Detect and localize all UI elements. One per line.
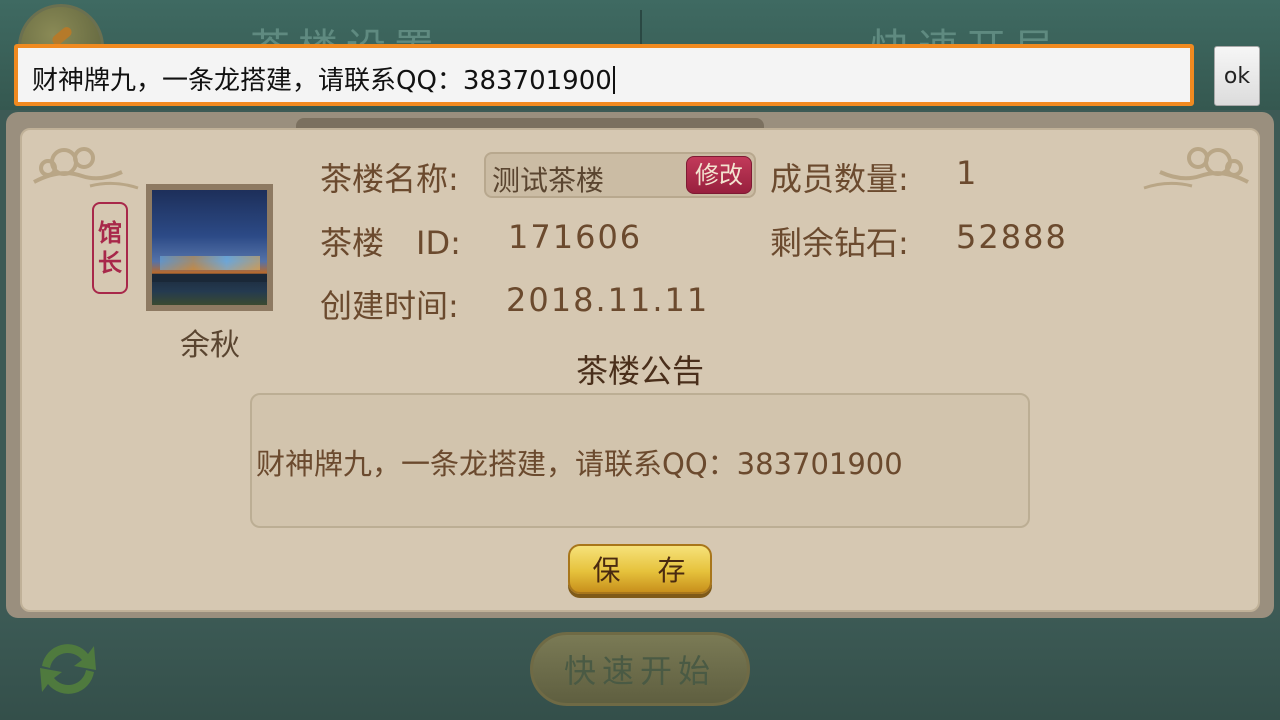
edit-name-button[interactable]: 修改	[686, 156, 752, 194]
diamonds-value: 52888	[956, 218, 1068, 256]
owner-name: 余秋	[180, 328, 240, 363]
ime-input-text-wrap: 财神牌九，一条龙搭建，请联系QQ：383701900	[32, 60, 615, 97]
members-label: 成员数量:	[770, 160, 909, 198]
diamonds-label: 剩余钻石:	[770, 224, 909, 262]
notice-title: 茶楼公告	[575, 352, 704, 390]
id-label: 茶楼 ID:	[320, 224, 461, 262]
refresh-icon[interactable]	[32, 636, 104, 702]
avatar-image	[152, 190, 267, 305]
ime-input-field[interactable]: 财神牌九，一条龙搭建，请联系QQ：383701900	[14, 44, 1194, 106]
text-caret	[612, 66, 615, 94]
save-button[interactable]: 保 存	[568, 544, 712, 594]
ime-input-value: 财神牌九，一条龙搭建，请联系QQ：383701900	[32, 66, 612, 96]
cloud-ornament-icon	[1143, 147, 1249, 190]
name-label: 茶楼名称:	[320, 160, 459, 198]
created-value: 2018.11.11	[506, 281, 710, 319]
created-label: 创建时间:	[320, 287, 459, 325]
avatar-lights	[160, 256, 260, 270]
quick-start-button[interactable]: 快速开始	[530, 632, 750, 706]
avatar-water	[152, 274, 267, 282]
ok-button[interactable]: ok	[1214, 46, 1260, 106]
avatar	[146, 184, 273, 311]
role-badge: 馆长	[92, 202, 128, 294]
cloud-ornament-icon	[33, 147, 139, 190]
members-value: 1	[956, 154, 979, 192]
id-value: 171606	[508, 218, 643, 256]
notice-text: 财神牌九，一条龙搭建，请联系QQ：383701900	[256, 447, 903, 481]
notice-textarea[interactable]: 财神牌九，一条龙搭建，请联系QQ：383701900	[250, 393, 1030, 528]
teahouse-name-value: 测试茶楼	[492, 164, 605, 197]
